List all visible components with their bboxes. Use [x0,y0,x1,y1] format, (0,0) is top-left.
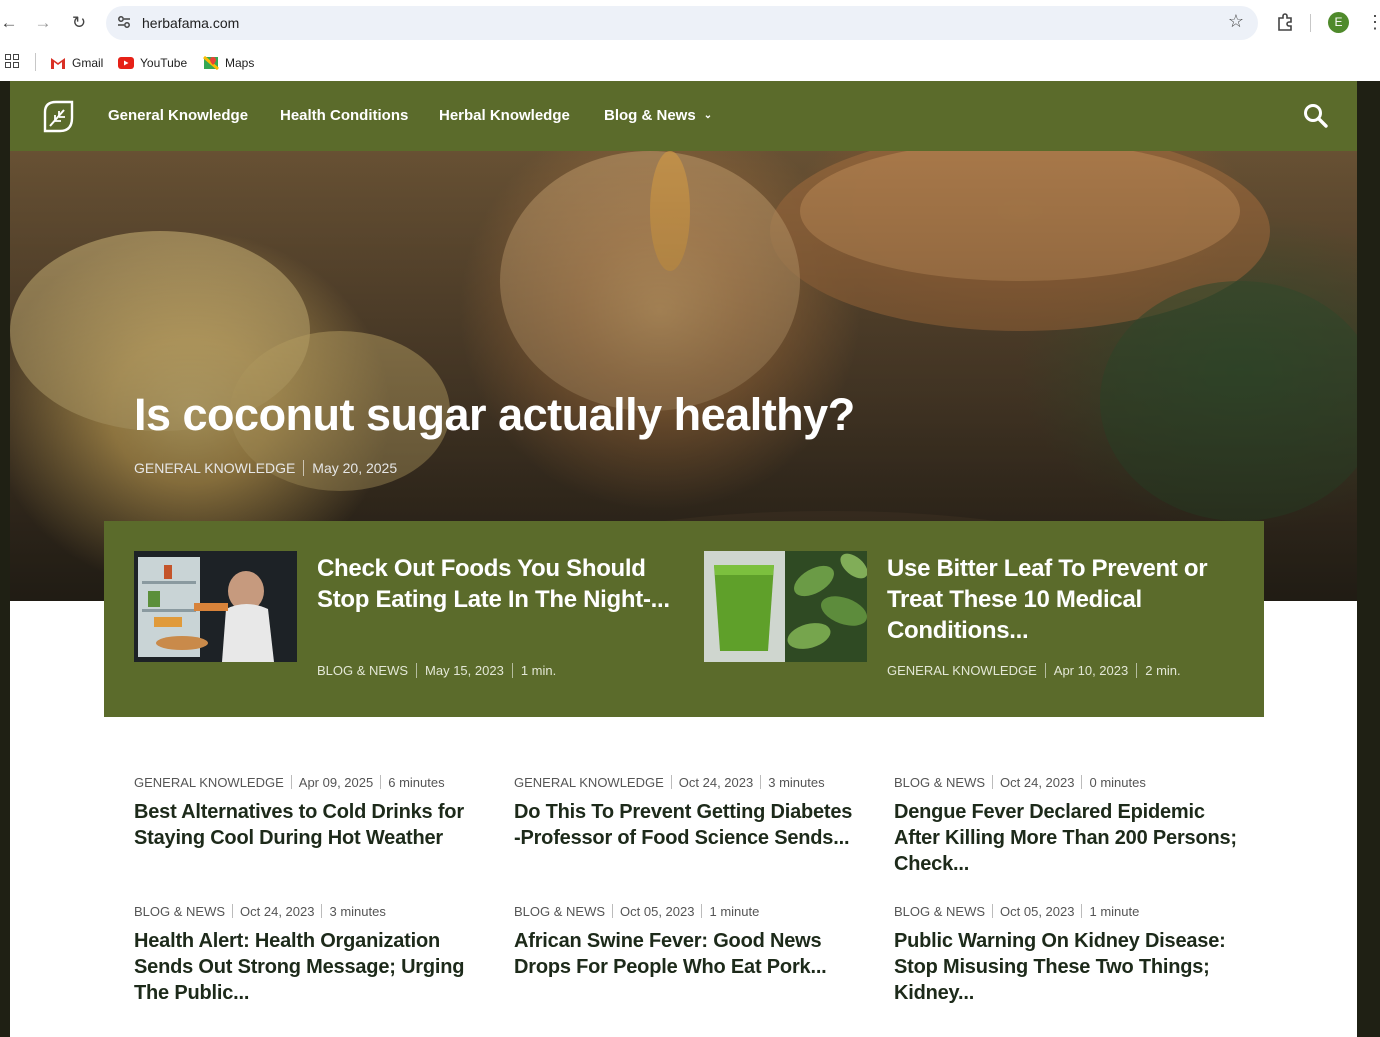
bookmark-star-icon[interactable]: ☆ [1228,11,1244,32]
hero-category[interactable]: GENERAL KNOWLEDGE [134,460,295,476]
article-readtime: 3 minutes [329,904,386,919]
featured-thumbnail-fridge[interactable] [134,551,297,662]
profile-avatar[interactable]: E [1328,12,1349,33]
article-category[interactable]: BLOG & NEWS [134,904,225,919]
article-readtime: 3 minutes [768,775,825,790]
article-category[interactable]: BLOG & NEWS [514,904,605,919]
apps-grid-icon[interactable] [5,54,19,68]
youtube-icon [118,57,134,69]
featured-card[interactable]: Use Bitter Leaf To Prevent or Treat Thes… [704,551,1244,691]
nav-general-knowledge[interactable]: General Knowledge [108,107,248,124]
article-title[interactable]: Do This To Prevent Getting Diabetes -Pro… [514,799,864,851]
article-title[interactable]: Dengue Fever Declared Epidemic After Kil… [894,799,1244,877]
featured-date: Apr 10, 2023 [1053,663,1129,678]
article-meta: BLOG & NEWS Oct 05, 2023 1 minute [514,904,864,919]
article-meta: GENERAL KNOWLEDGE Apr 09, 2025 6 minutes [134,775,484,790]
site-header: General Knowledge Health Conditions Herb… [10,81,1357,151]
address-bar[interactable]: herbafama.com ☆ [106,6,1258,40]
site-settings-icon[interactable] [116,14,132,30]
article-readtime: 1 minute [709,904,760,919]
hero-title[interactable]: Is coconut sugar actually healthy? [134,389,855,441]
bookmark-gmail[interactable]: Gmail [50,52,103,74]
maps-icon [203,56,219,70]
bookmark-label: YouTube [140,56,188,70]
site-container: General Knowledge Health Conditions Herb… [10,81,1357,1037]
bookmarks-divider [35,53,36,71]
bookmark-label: Maps [225,56,255,70]
nav-blog-news[interactable]: Blog & News ⌄ [604,107,712,124]
featured-strip: Check Out Foods You Should Stop Eating L… [104,521,1264,717]
article-meta: GENERAL KNOWLEDGE Oct 24, 2023 3 minutes [514,775,864,790]
forward-icon[interactable]: → [32,12,54,34]
nav-blog-news-label: Blog & News [604,107,696,124]
page-viewport: General Knowledge Health Conditions Herb… [0,81,1380,1037]
bookmark-label: Gmail [72,56,104,70]
article-card[interactable]: BLOG & NEWS Oct 24, 2023 3 minutes Health … [134,904,484,1006]
article-card[interactable]: BLOG & NEWS Oct 05, 2023 1 minute Public W… [894,904,1244,1006]
article-title[interactable]: African Swine Fever: Good News Drops For… [514,928,864,980]
bookmark-youtube[interactable]: YouTube [118,52,187,74]
bookmark-maps[interactable]: Maps [203,52,254,74]
article-date: Oct 05, 2023 [620,904,695,919]
nav-herbal-knowledge[interactable]: Herbal Knowledge [439,107,570,124]
featured-readtime: 2 min. [1145,663,1181,678]
browser-toolbar: ← → ↻ herbafama.com ☆ E ⋮ [0,0,1380,46]
leaf-logo-icon[interactable] [40,98,76,134]
nav-health-conditions[interactable]: Health Conditions [280,107,408,124]
featured-readtime: 1 min. [520,663,557,678]
article-readtime: 0 minutes [1089,775,1146,790]
article-readtime: 1 minute [1089,904,1140,919]
article-card[interactable]: BLOG & NEWS Oct 05, 2023 1 minute African … [514,904,864,980]
reload-icon[interactable]: ↻ [68,12,90,34]
menu-kebab-icon[interactable]: ⋮ [1366,11,1380,33]
featured-meta: BLOG & NEWS May 15, 2023 1 min. [317,663,556,678]
search-icon[interactable] [1303,103,1329,129]
gmail-icon [51,58,65,69]
hero-meta: GENERAL KNOWLEDGE May 20, 2025 [134,460,397,476]
hero-date: May 20, 2025 [312,460,398,476]
featured-card[interactable]: Check Out Foods You Should Stop Eating L… [134,551,674,691]
featured-title[interactable]: Check Out Foods You Should Stop Eating L… [317,553,672,615]
article-date: Apr 09, 2025 [298,775,374,790]
article-date: Oct 24, 2023 [678,775,754,790]
article-meta: BLOG & NEWS Oct 24, 2023 3 minutes [134,904,484,919]
featured-title[interactable]: Use Bitter Leaf To Prevent or Treat Thes… [887,553,1242,646]
article-date: Oct 24, 2023 [1000,775,1075,790]
article-title[interactable]: Public Warning On Kidney Disease: Stop M… [894,928,1244,1006]
back-icon[interactable]: ← [0,12,20,34]
article-card[interactable]: GENERAL KNOWLEDGE Apr 09, 2025 6 minutes B… [134,775,484,851]
article-readtime: 6 minutes [388,775,445,790]
article-meta: BLOG & NEWS Oct 24, 2023 0 minutes [894,775,1244,790]
toolbar-divider [1310,14,1311,32]
article-category[interactable]: GENERAL KNOWLEDGE [134,775,284,790]
url-text[interactable]: herbafama.com [142,15,239,31]
article-title[interactable]: Best Alternatives to Cold Drinks for Sta… [134,799,484,851]
extensions-icon[interactable] [1275,12,1295,32]
article-card[interactable]: GENERAL KNOWLEDGE Oct 24, 2023 3 minutes D… [514,775,864,851]
bookmarks-bar: Gmail YouTube Maps [0,46,1380,81]
article-category[interactable]: BLOG & NEWS [894,775,985,790]
featured-category[interactable]: GENERAL KNOWLEDGE [887,663,1037,678]
article-meta: BLOG & NEWS Oct 05, 2023 1 minute [894,904,1244,919]
featured-date: May 15, 2023 [425,663,504,678]
featured-meta: GENERAL KNOWLEDGE Apr 10, 2023 2 min. [887,663,1181,678]
featured-thumbnail-bitter-leaf[interactable] [704,551,867,662]
article-card[interactable]: BLOG & NEWS Oct 24, 2023 0 minutes Dengue … [894,775,1244,877]
article-date: Oct 24, 2023 [240,904,315,919]
featured-category[interactable]: BLOG & NEWS [317,663,408,678]
article-category[interactable]: GENERAL KNOWLEDGE [514,775,664,790]
chevron-down-icon: ⌄ [703,110,713,121]
article-date: Oct 05, 2023 [1000,904,1075,919]
article-title[interactable]: Health Alert: Health Organization Sends … [134,928,484,1006]
article-category[interactable]: BLOG & NEWS [894,904,985,919]
